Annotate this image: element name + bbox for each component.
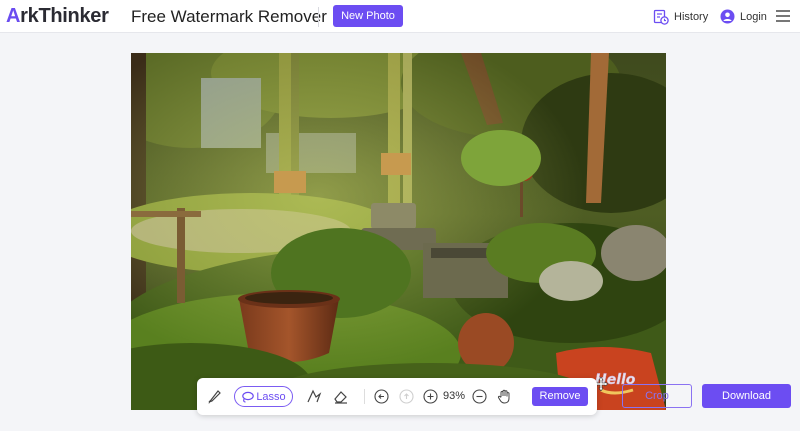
- zoom-out-icon[interactable]: [471, 388, 488, 405]
- logo-letter: A: [6, 5, 21, 27]
- history-link[interactable]: History: [653, 8, 708, 25]
- eraser-icon[interactable]: [332, 388, 349, 405]
- login-link[interactable]: Login: [720, 8, 767, 25]
- history-icon: [653, 9, 669, 25]
- download-button[interactable]: Download: [702, 384, 791, 408]
- redo-icon[interactable]: [398, 388, 415, 405]
- lasso-tool-button[interactable]: Lasso: [234, 386, 293, 407]
- remove-button[interactable]: Remove: [532, 387, 588, 406]
- arkthinker-logo[interactable]: ArkThinker: [6, 5, 109, 27]
- crop-button[interactable]: Crop: [622, 384, 692, 408]
- editing-toolbar: Lasso 93% Remove: [197, 378, 597, 415]
- history-label: History: [674, 10, 709, 23]
- lasso-label: Lasso: [256, 390, 286, 403]
- login-label: Login: [740, 10, 767, 23]
- menu-icon[interactable]: [776, 10, 790, 22]
- polygon-icon[interactable]: [305, 388, 322, 405]
- user-icon: [720, 9, 735, 24]
- photo-canvas[interactable]: [131, 53, 666, 410]
- toolbar-divider: [364, 389, 365, 404]
- logo-text: rkThinker: [20, 5, 109, 27]
- header-divider: [318, 7, 319, 27]
- garden-photo: [131, 53, 666, 410]
- undo-icon[interactable]: [373, 388, 390, 405]
- lasso-icon: [242, 391, 255, 403]
- top-bar: ArkThinker Free Watermark Remover New Ph…: [0, 0, 800, 33]
- brush-icon[interactable]: [206, 388, 223, 405]
- zoom-in-icon[interactable]: [422, 388, 439, 405]
- zoom-level: 93%: [443, 390, 466, 402]
- new-photo-button[interactable]: New Photo: [333, 5, 403, 27]
- hand-icon[interactable]: [496, 388, 513, 405]
- app-title: Free Watermark Remover: [131, 7, 327, 26]
